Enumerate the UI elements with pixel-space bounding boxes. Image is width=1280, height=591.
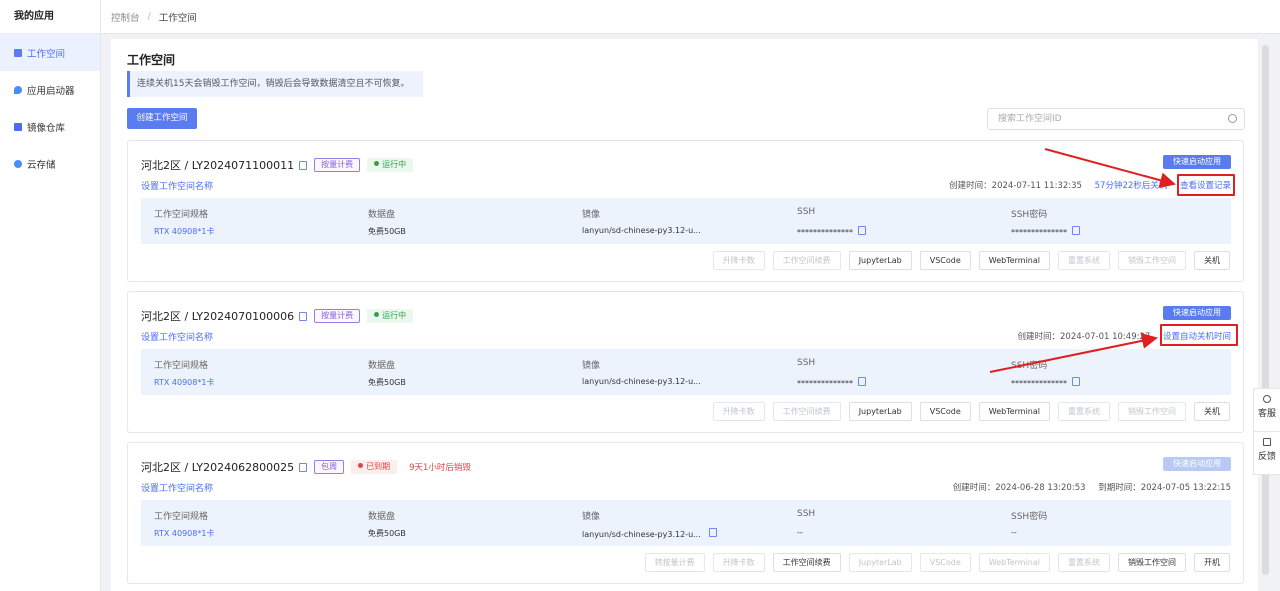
annotation-arrows [989, 148, 1176, 373]
annotation-arrow [989, 332, 1158, 373]
annotation-arrow [1044, 148, 1176, 189]
